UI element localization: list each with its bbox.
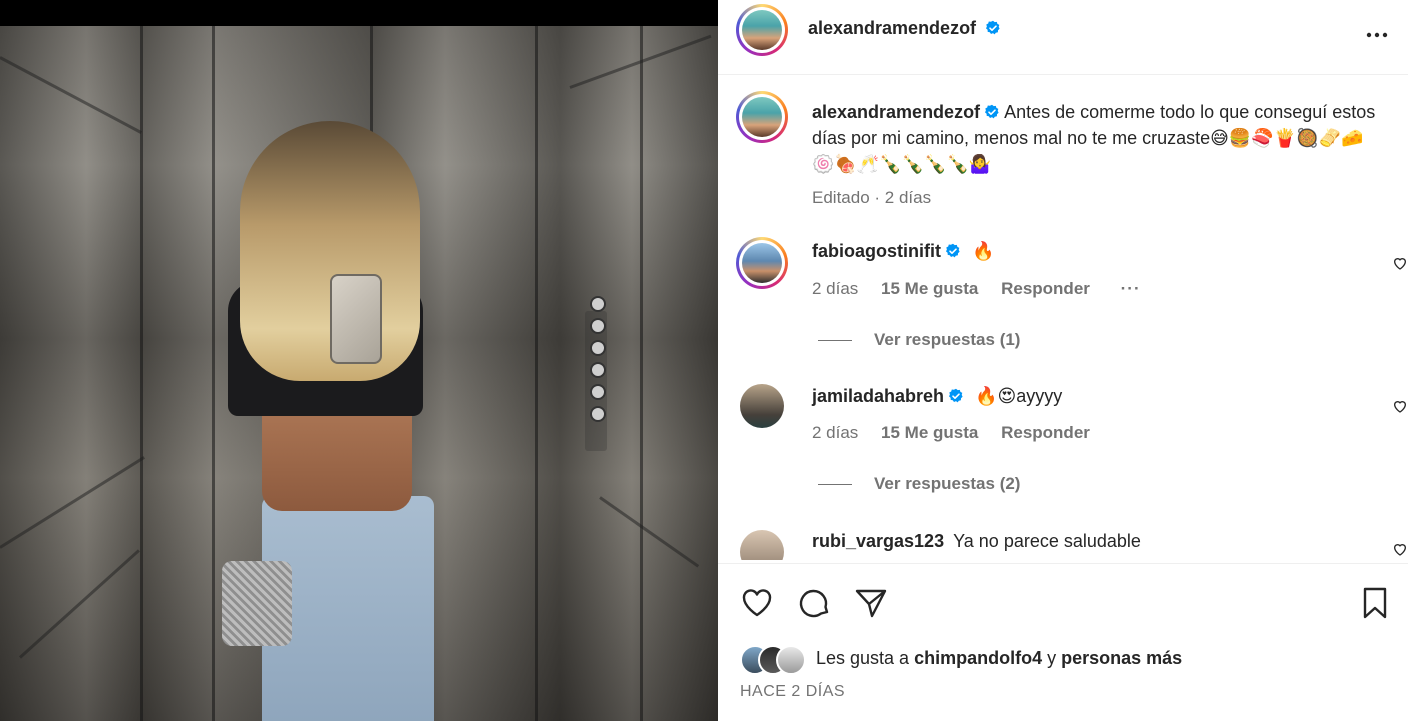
verified-badge-icon — [949, 388, 963, 403]
header-author: alexandramendezof — [808, 18, 1001, 39]
comment-avatar[interactable] — [740, 530, 784, 560]
comment-avatar[interactable] — [740, 384, 784, 428]
elevator-button — [590, 340, 606, 356]
post-media — [0, 0, 718, 721]
heart-icon[interactable] — [740, 586, 774, 620]
view-replies-button[interactable]: Ver respuestas (1) — [818, 330, 1020, 350]
comment-like-heart-icon[interactable] — [1392, 541, 1408, 557]
elevator-panel-line — [212, 26, 215, 721]
avatar-ring-inner — [739, 240, 785, 286]
liker-username[interactable]: chimpandolfo4 — [914, 648, 1042, 668]
elevator-button — [590, 296, 606, 312]
view-replies-button[interactable]: Ver respuestas (2) — [818, 474, 1020, 494]
comment-more-icon[interactable]: ··· — [1121, 279, 1141, 298]
post-side-panel: alexandramendezof alexandramendezof Ante… — [718, 0, 1408, 721]
author-username[interactable]: alexandramendezof — [808, 18, 976, 38]
comment-time: 2 días — [812, 423, 859, 442]
comment-time: 2 días — [812, 279, 859, 298]
caption-author-username[interactable]: alexandramendezof — [812, 102, 980, 122]
comment-avatar[interactable] — [736, 237, 788, 289]
comment-row: fabioagostinifit 🔥 — [812, 241, 994, 262]
comments-list[interactable]: alexandramendezof Antes de comerme todo … — [718, 75, 1408, 563]
comment-text: 🔥😍ayyyy — [975, 386, 1063, 406]
phone — [330, 274, 382, 364]
comment-text: 🔥 — [972, 241, 995, 261]
comment-like-heart-icon[interactable] — [1392, 398, 1408, 414]
comment-avatar-image — [742, 243, 782, 283]
verified-badge-icon — [946, 243, 960, 258]
comment-meta: 2 días 15 Me gusta Responder — [812, 423, 1090, 443]
comment-likes[interactable]: 15 Me gusta — [881, 279, 978, 298]
replies-dash — [818, 484, 852, 486]
likes-prefix: Les gusta a — [816, 648, 915, 668]
author-avatar-image — [742, 10, 782, 50]
avatar-ring-inner — [739, 94, 785, 140]
view-replies-label: Ver respuestas (1) — [874, 330, 1021, 349]
likes-others-link[interactable]: personas más — [1061, 648, 1182, 668]
comment-likes[interactable]: 15 Me gusta — [881, 423, 978, 442]
comment-text: Ya no parece saludable — [953, 531, 1141, 551]
elevator-button — [590, 362, 606, 378]
more-options-icon[interactable] — [1364, 22, 1390, 48]
likes-middle: y — [1042, 648, 1062, 668]
avatar-ring-inner — [739, 7, 785, 53]
elevator-seam — [18, 549, 140, 659]
elevator-button — [590, 406, 606, 422]
liker-avatar — [776, 645, 806, 675]
elevator-panel-line — [535, 26, 538, 721]
reply-button[interactable]: Responder — [1001, 279, 1090, 298]
comment-icon[interactable] — [798, 586, 832, 620]
elevator-seam — [599, 496, 700, 568]
post-photo[interactable] — [0, 26, 718, 721]
caption-author-avatar[interactable] — [736, 91, 788, 143]
elevator-button — [590, 384, 606, 400]
comment-meta: 2 días 15 Me gusta Responder ··· — [812, 279, 1141, 299]
send-icon[interactable] — [854, 586, 888, 620]
replies-dash — [818, 340, 852, 342]
view-replies-label: Ver respuestas (2) — [874, 474, 1021, 493]
elevator-seam — [0, 56, 142, 134]
comment-username[interactable]: rubi_vargas123 — [812, 531, 944, 551]
media-top-bar — [0, 0, 718, 26]
post-timestamp[interactable]: HACE 2 DÍAS — [740, 683, 845, 701]
elevator-button — [590, 318, 606, 334]
comment-username[interactable]: jamiladahabreh — [812, 386, 944, 406]
comment-row: jamiladahabreh 🔥😍ayyyy — [812, 386, 1062, 407]
bookmark-icon[interactable] — [1358, 586, 1392, 620]
post-header: alexandramendezof — [718, 0, 1408, 75]
reply-button[interactable]: Responder — [1001, 423, 1090, 442]
comment-like-heart-icon[interactable] — [1392, 255, 1408, 271]
post-actions — [718, 563, 1408, 640]
verified-badge-icon — [985, 20, 1000, 35]
caption-meta: Editado · 2 días — [812, 188, 932, 207]
comment-avatar-image — [740, 530, 784, 560]
elevator-panel-line — [640, 26, 643, 721]
comment-username[interactable]: fabioagostinifit — [812, 241, 941, 261]
elevator-seam — [0, 456, 145, 549]
likes-text: Les gusta a chimpandolfo4 y personas más — [816, 648, 1182, 669]
caption: alexandramendezof Antes de comerme todo … — [812, 99, 1382, 211]
author-avatar[interactable] — [736, 4, 788, 56]
handbag — [222, 561, 292, 646]
verified-badge-icon — [985, 104, 999, 119]
comment-row: rubi_vargas123 Ya no parece saludable — [812, 531, 1141, 552]
caption-avatar-image — [742, 97, 782, 137]
